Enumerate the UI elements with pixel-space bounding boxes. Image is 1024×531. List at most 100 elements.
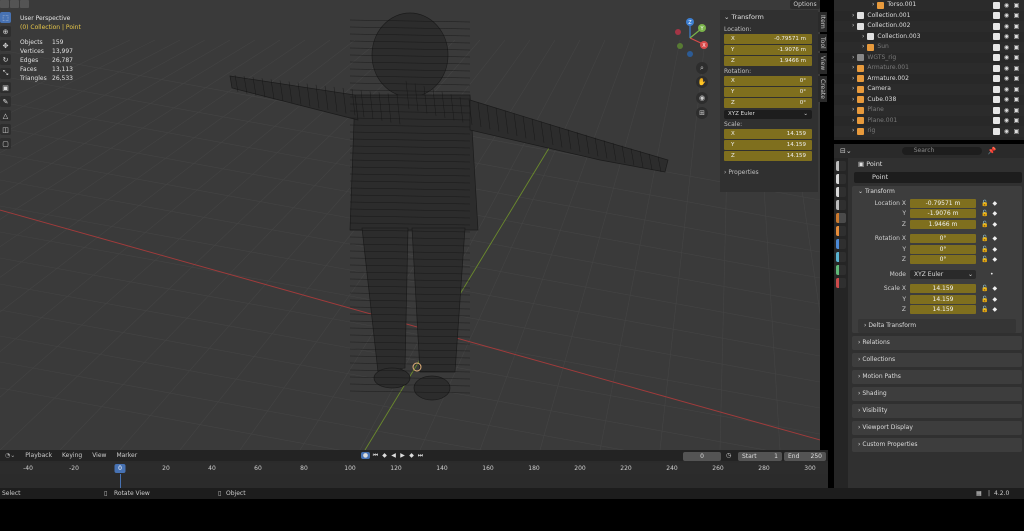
keyframe-diamond-icon[interactable]: ◆ [992, 246, 997, 253]
lock-icon[interactable]: 🔓 [981, 306, 988, 313]
playhead[interactable]: 0 [114, 464, 126, 473]
location-field[interactable]: 1.9466 m [910, 219, 976, 229]
properties-tab-icon[interactable] [836, 174, 846, 184]
transform-tool-icon[interactable]: ▣ [0, 82, 11, 93]
eye-icon[interactable]: ◉ [1003, 107, 1010, 114]
editor-type-icon[interactable]: ◔⌄ [0, 452, 20, 459]
exclude-checkbox[interactable] [993, 85, 1000, 93]
camera-render-icon[interactable]: ▣ [1013, 75, 1020, 82]
lock-icon[interactable]: 🔓 [981, 246, 988, 253]
exclude-checkbox[interactable] [993, 54, 1000, 62]
disclosure-chevron-icon[interactable]: › [852, 105, 854, 116]
timeline-menu-view[interactable]: View [87, 452, 111, 459]
pan-hand-icon[interactable]: ✋ [696, 76, 708, 88]
properties-tab-icon[interactable] [836, 239, 846, 249]
eye-icon[interactable]: ◉ [1003, 23, 1010, 30]
disclosure-chevron-icon[interactable]: › [852, 126, 854, 137]
camera-render-icon[interactable]: ▣ [1013, 117, 1020, 124]
npanel-transform-header[interactable]: ⌄ Transform [720, 10, 818, 24]
object-name-field[interactable]: Point [854, 172, 1022, 183]
eye-icon[interactable]: ◉ [1003, 75, 1010, 82]
rotation-y-field[interactable]: Y 0° [724, 87, 812, 97]
outliner-row[interactable]: › Sun ◉ ▣ [834, 42, 1024, 53]
rotate-tool-icon[interactable]: ↻ [0, 54, 11, 65]
outliner-row[interactable]: › Torso.001 ◉ ▣ [834, 0, 1024, 11]
panel-motion-paths[interactable]: › Motion Paths [852, 370, 1022, 384]
camera-render-icon[interactable]: ▣ [1013, 2, 1020, 9]
timeline-menu-playback[interactable]: Playback [20, 452, 57, 459]
measure-tool-icon[interactable]: △ [0, 110, 11, 121]
rotation-field[interactable]: 0° [910, 244, 976, 254]
lock-icon[interactable]: 🔓 [981, 285, 988, 292]
location-y-field[interactable]: Y -1.9076 m [724, 45, 812, 55]
lock-icon[interactable]: 🔓 [981, 200, 988, 207]
scale-field[interactable]: 14.159 [910, 305, 976, 315]
current-frame-field[interactable]: 0 [683, 452, 721, 461]
sidebar-tab-create[interactable]: Create [818, 75, 827, 102]
camera-render-icon[interactable]: ▣ [1013, 23, 1020, 30]
disclosure-chevron-icon[interactable]: › [862, 32, 864, 43]
panel-viewport-display[interactable]: › Viewport Display [852, 421, 1022, 435]
keyframe-diamond-icon[interactable]: ◆ [992, 200, 997, 207]
disclosure-chevron-icon[interactable]: › [852, 21, 854, 32]
exclude-checkbox[interactable] [993, 127, 1000, 135]
play-icon[interactable]: ▶ [399, 452, 406, 459]
properties-tab-icon[interactable] [836, 226, 846, 236]
next-key-icon[interactable]: ◆ [408, 452, 415, 459]
rotation-z-field[interactable]: Z 0° [724, 98, 812, 108]
location-field[interactable]: -1.9076 m [910, 209, 976, 219]
clock-icon[interactable]: ◷ [726, 452, 731, 459]
scale-tool-icon[interactable]: ⤡ [0, 68, 11, 79]
annotate-tool-icon[interactable]: ✎ [0, 96, 11, 107]
outliner-row[interactable]: › Armature.002 ◉ ▣ [834, 74, 1024, 85]
camera-render-icon[interactable]: ▣ [1013, 96, 1020, 103]
lock-icon[interactable]: 🔓 [981, 296, 988, 303]
lock-icon[interactable]: 🔓 [981, 256, 988, 263]
eye-icon[interactable]: ◉ [1003, 54, 1010, 61]
keyframe-diamond-icon[interactable]: ◆ [992, 296, 997, 303]
options-button[interactable]: Options [790, 0, 820, 9]
eye-icon[interactable]: ◉ [1003, 33, 1010, 40]
properties-search-input[interactable]: Search [901, 147, 982, 155]
panel-custom-properties[interactable]: › Custom Properties [852, 438, 1022, 452]
exclude-checkbox[interactable] [993, 64, 1000, 72]
disclosure-chevron-icon[interactable]: › [852, 74, 854, 85]
outliner-row[interactable]: › rig ◉ ▣ [834, 126, 1024, 137]
eye-icon[interactable]: ◉ [1003, 65, 1010, 72]
exclude-checkbox[interactable] [993, 106, 1000, 114]
start-frame-field[interactable]: Start 1 [738, 452, 782, 461]
eye-icon[interactable]: ◉ [1003, 96, 1010, 103]
exclude-checkbox[interactable] [993, 43, 1000, 51]
outliner-row[interactable]: › Armature.001 ◉ ▣ [834, 63, 1024, 74]
eye-icon[interactable]: ◉ [1003, 128, 1010, 135]
properties-tab-icon[interactable] [836, 252, 846, 262]
properties-tab-icon[interactable] [836, 187, 846, 197]
end-frame-field[interactable]: End 250 [784, 452, 826, 461]
scale-field[interactable]: 14.159 [910, 294, 976, 304]
camera-render-icon[interactable]: ▣ [1013, 44, 1020, 51]
outliner-row[interactable]: › Collection.001 ◉ ▣ [834, 11, 1024, 22]
exclude-checkbox[interactable] [993, 1, 1000, 9]
transform-panel-header[interactable]: ⌄ Transform [852, 186, 1022, 198]
outliner[interactable]: › Torso.001 ◉ ▣ › Collection.001 ◉ ▣ › Collection… [834, 0, 1024, 140]
play-reverse-icon[interactable]: ◀ [390, 452, 397, 459]
timeline-editor[interactable]: ◔⌄ Playback Keying View Marker ● ⏮ ◆ ◀ ▶ ◆ … [0, 450, 828, 488]
eye-icon[interactable]: ◉ [1003, 12, 1010, 19]
camera-render-icon[interactable]: ▣ [1013, 33, 1020, 40]
jump-start-icon[interactable]: ⏮ [372, 452, 379, 459]
properties-tab-icon[interactable] [836, 265, 846, 275]
outliner-row[interactable]: › Collection.002 ◉ ▣ [834, 21, 1024, 32]
keyframe-diamond-icon[interactable]: ◆ [992, 256, 997, 263]
frame-ruler[interactable]: -40 -20 0 20 40 60 80 100 120 140 160 180 200 220 240 2… [0, 463, 828, 488]
eye-icon[interactable]: ◉ [1003, 2, 1010, 9]
outliner-row[interactable]: › Collection.003 ◉ ▣ [834, 32, 1024, 43]
sidebar-tab-tool[interactable]: Tool [818, 33, 827, 52]
camera-render-icon[interactable]: ▣ [1013, 107, 1020, 114]
extra-tool-icon[interactable]: ▢ [0, 138, 11, 149]
scale-x-field[interactable]: X 14.159 [724, 129, 812, 139]
panel-collections[interactable]: › Collections [852, 353, 1022, 367]
exclude-checkbox[interactable] [993, 117, 1000, 125]
disclosure-chevron-icon[interactable]: › [852, 95, 854, 106]
lock-icon[interactable]: 🔓 [981, 210, 988, 217]
jump-end-icon[interactable]: ⏭ [417, 452, 424, 459]
